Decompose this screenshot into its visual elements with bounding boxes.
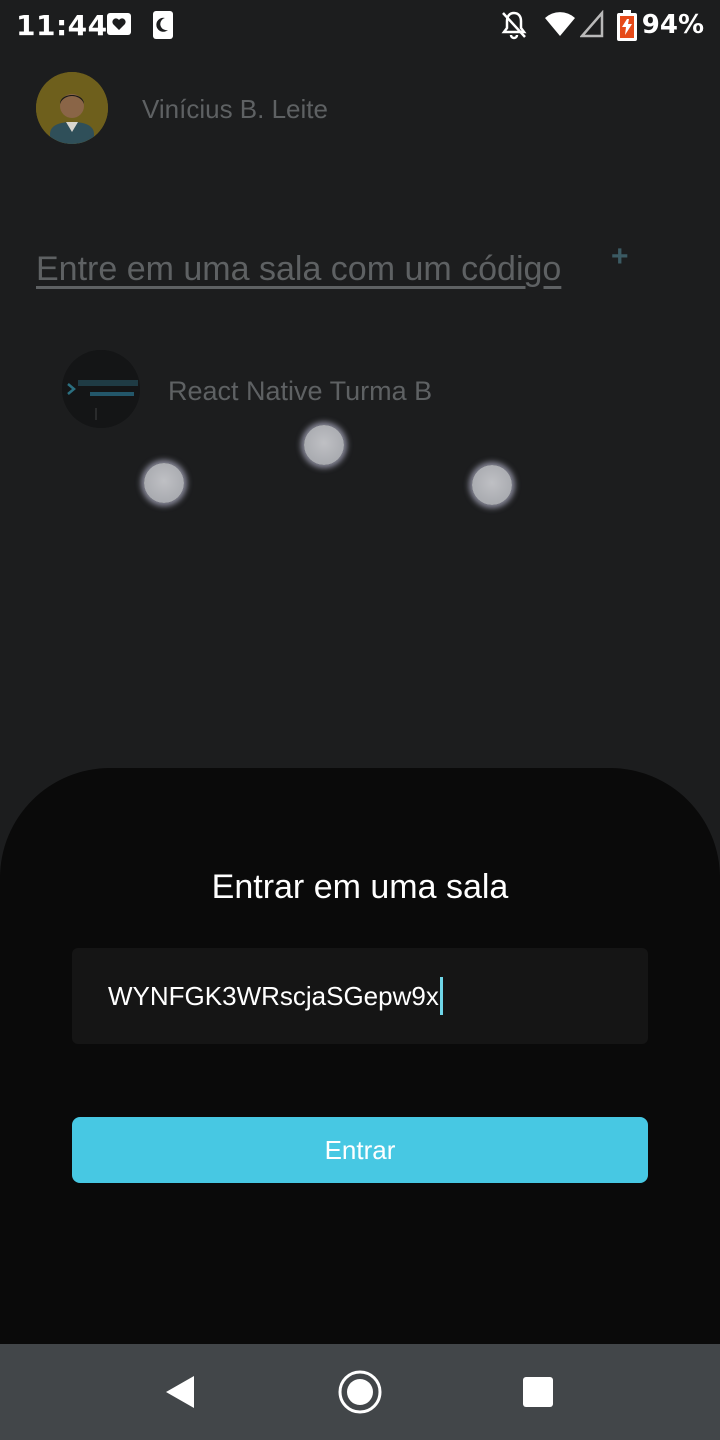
join-room-sheet: Entrar em uma sala WYNFGK3WRscjaSGepw9x …: [0, 768, 720, 1344]
sheet-title: Entrar em uma sala: [211, 868, 509, 906]
floating-dot: [472, 465, 512, 505]
user-name: Vinícius B. Leite: [142, 94, 328, 124]
user-avatar-icon: [36, 72, 108, 144]
room-logo: [62, 350, 140, 428]
status-bar: 11:44 94%: [0, 0, 720, 50]
home-screen-background: Vinícius B. Leite Entre em uma sala com …: [0, 50, 720, 770]
floating-dot: [304, 425, 344, 465]
plus-icon[interactable]: +: [611, 240, 629, 274]
wifi-icon: [544, 10, 576, 43]
heart-notification-icon: [106, 10, 132, 43]
enter-button[interactable]: Entrar: [72, 1117, 648, 1183]
text-cursor: [439, 977, 443, 1015]
moon-notification-icon: [152, 10, 174, 45]
recents-icon[interactable]: [514, 1368, 562, 1416]
join-room-with-code-link[interactable]: Entre em uma sala com um código: [36, 250, 561, 289]
room-name[interactable]: React Native Turma B: [168, 376, 432, 407]
avatar[interactable]: [36, 72, 108, 144]
battery-percentage: 94%: [641, 10, 704, 40]
bell-off-icon: [500, 10, 528, 45]
navigation-bar: [0, 1344, 720, 1440]
battery-charging-icon: [616, 10, 638, 47]
cell-signal-icon: [579, 9, 604, 43]
floating-dot: [144, 463, 184, 503]
home-icon[interactable]: [336, 1368, 384, 1416]
room-code-value[interactable]: WYNFGK3WRscjaSGepw9x: [108, 981, 439, 1012]
back-icon[interactable]: [156, 1368, 204, 1416]
status-time: 11:44: [16, 9, 108, 42]
room-code-input[interactable]: WYNFGK3WRscjaSGepw9x: [72, 948, 648, 1044]
